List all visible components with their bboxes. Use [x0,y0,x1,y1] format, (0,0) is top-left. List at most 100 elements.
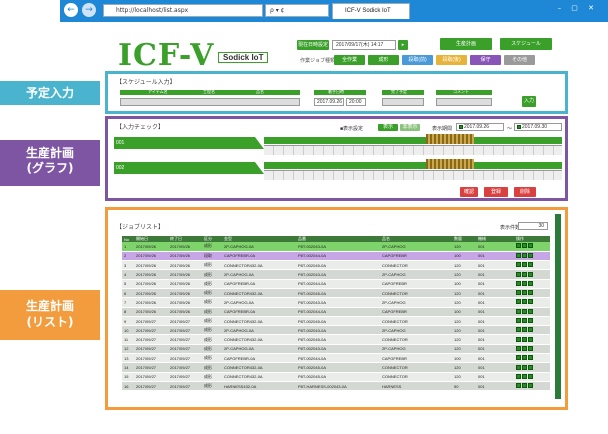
table-cell: CAPGFREBR [380,251,452,262]
table-row[interactable]: 7 2017/09/26 2017/09/26 成形 2P-CAPHOG-0A P8T-0… [122,297,550,308]
filter-button[interactable]: 保守 [470,55,501,65]
edit-icon[interactable] [516,327,521,333]
start-date-input[interactable]: 2017.09.26 [314,98,344,106]
copy-icon[interactable] [522,262,527,268]
edit-icon[interactable] [516,280,521,286]
copy-icon[interactable] [522,271,527,277]
delete-icon[interactable] [528,373,533,379]
edit-icon[interactable] [516,262,521,268]
schedule-button[interactable]: スケジュール [500,38,552,50]
edit-icon[interactable] [516,243,521,249]
start-time-input[interactable]: 20:00 [346,98,366,106]
table-row[interactable]: 12 2017/09/27 2017/09/27 成形 2P-CAPHOG-0A P8T-… [122,344,550,355]
end-date-input[interactable] [382,98,424,106]
table-row[interactable]: 10 2017/09/27 2017/09/27 成形 2P-CAPHOG-0A P8T-… [122,325,550,336]
delete-icon[interactable] [528,345,533,351]
copy-icon[interactable] [522,336,527,342]
display-off-toggle[interactable]: 非表示 [400,124,420,131]
delete-icon[interactable] [528,262,533,268]
table-row[interactable]: 2 2017/09/26 2017/09/26 段取 CAPGFREBR-0A P8T-0… [122,251,550,262]
delete-icon[interactable] [528,383,533,389]
edit-icon[interactable] [516,308,521,314]
back-arrow-icon[interactable]: ← [64,3,78,17]
table-cell: 成形 [202,260,222,271]
edit-icon[interactable] [516,299,521,305]
delete-icon[interactable] [528,271,533,277]
table-row[interactable]: 14 2017/09/27 2017/09/27 成形 CONNECTOR432-0A P… [122,362,550,373]
production-plan-button[interactable]: 生産計画 [440,38,492,50]
filter-button[interactable]: 段取(後) [436,55,467,65]
date-setting-button[interactable]: 現在日時設定 [297,40,329,50]
check-button[interactable]: 確認 [460,187,478,197]
gantt-row-2-job[interactable] [426,159,474,169]
browser-tab[interactable]: ICF-V Sodick IoT [332,3,410,19]
table-row[interactable]: 9 2017/09/27 2017/09/27 成形 CONNECTOR432-0A P8… [122,316,550,327]
copy-icon[interactable] [522,373,527,379]
edit-icon[interactable] [516,271,521,277]
table-row[interactable]: 1 2017/09/26 2017/09/26 成形 2P-CAPHOG-0A P8T-0… [122,242,550,252]
copy-icon[interactable] [522,327,527,333]
delete-icon[interactable] [528,318,533,324]
copy-icon[interactable] [522,299,527,305]
edit-icon[interactable] [516,290,521,296]
copy-icon[interactable] [522,252,527,258]
copy-icon[interactable] [522,243,527,249]
range-to-input[interactable]: 2017.09.30 [514,123,562,131]
address-controls[interactable]: ρ ▾ ¢ [265,4,329,17]
comment-input[interactable] [436,98,492,106]
table-row[interactable]: 16 2017/09/27 2017/09/27 成形 HARNESS432-0A P8T… [122,381,550,392]
edit-icon[interactable] [516,336,521,342]
delete-icon[interactable] [528,290,533,296]
table-row[interactable]: 5 2017/09/26 2017/09/26 成形 CAPGFREBR-0A P8T-0… [122,279,550,290]
table-row[interactable]: 4 2017/09/26 2017/09/26 成形 2P-CAPHOG-0A P8T-0… [122,269,550,280]
copy-icon[interactable] [522,345,527,351]
edit-icon[interactable] [516,252,521,258]
copy-icon[interactable] [522,355,527,361]
delete-icon[interactable] [528,327,533,333]
filter-button[interactable]: 成形 [368,55,399,65]
copy-icon[interactable] [522,364,527,370]
edit-icon[interactable] [516,355,521,361]
delete-button[interactable]: 削除 [514,187,536,197]
delete-icon[interactable] [528,299,533,305]
filter-button[interactable]: 全作業 [334,55,365,65]
edit-icon[interactable] [516,383,521,389]
copy-icon[interactable] [522,290,527,296]
register-button[interactable]: 登録 [484,187,508,197]
item-select[interactable] [120,98,300,106]
table-row[interactable]: 8 2017/09/26 2017/09/26 成形 CAPGFREBR-0A P8T-0… [122,307,550,317]
datetime-input[interactable]: 2017/09/17(木) 14:17 [332,40,396,50]
delete-icon[interactable] [528,355,533,361]
table-row[interactable]: 15 2017/09/27 2017/09/27 成形 CONNECTOR432-0A P… [122,372,550,382]
delete-icon[interactable] [528,243,533,249]
delete-icon[interactable] [528,280,533,286]
range-from-input[interactable]: 2017.09.26 [456,123,504,131]
table-row[interactable]: 3 2017/09/26 2017/09/26 成形 CONNECTOR432-0A P8… [122,260,550,271]
filter-button[interactable]: その他 [504,55,535,65]
copy-icon[interactable] [522,280,527,286]
add-schedule-button[interactable]: 入力 [522,96,536,107]
copy-icon[interactable] [522,308,527,314]
display-on-toggle[interactable]: 表示 [378,124,398,131]
window-controls[interactable]: – ▢ ✕ [558,4,598,12]
table-row[interactable]: 6 2017/09/26 2017/09/26 成形 CONNECTOR432-0A P8… [122,288,550,299]
filter-button[interactable]: 段取(前) [402,55,433,65]
copy-icon[interactable] [522,318,527,324]
edit-icon[interactable] [516,373,521,379]
edit-icon[interactable] [516,345,521,351]
forward-arrow-icon[interactable]: → [82,3,96,17]
date-apply-button[interactable]: ▸ [398,40,408,50]
address-bar[interactable]: http://localhost/list.aspx [103,4,263,17]
gantt-row-1-job[interactable] [426,134,474,144]
edit-icon[interactable] [516,318,521,324]
copy-icon[interactable] [522,383,527,389]
list-scrollbar[interactable] [555,214,561,399]
table-row[interactable]: 11 2017/09/27 2017/09/27 成形 CONNECTOR432-0A P… [122,334,550,345]
edit-icon[interactable] [516,364,521,370]
delete-icon[interactable] [528,308,533,314]
table-row[interactable]: 13 2017/09/27 2017/09/27 成形 CAPGFREBR-0A P8T-… [122,353,550,364]
delete-icon[interactable] [528,252,533,258]
delete-icon[interactable] [528,336,533,342]
delete-icon[interactable] [528,364,533,370]
display-count-input[interactable]: 30 [518,222,548,230]
